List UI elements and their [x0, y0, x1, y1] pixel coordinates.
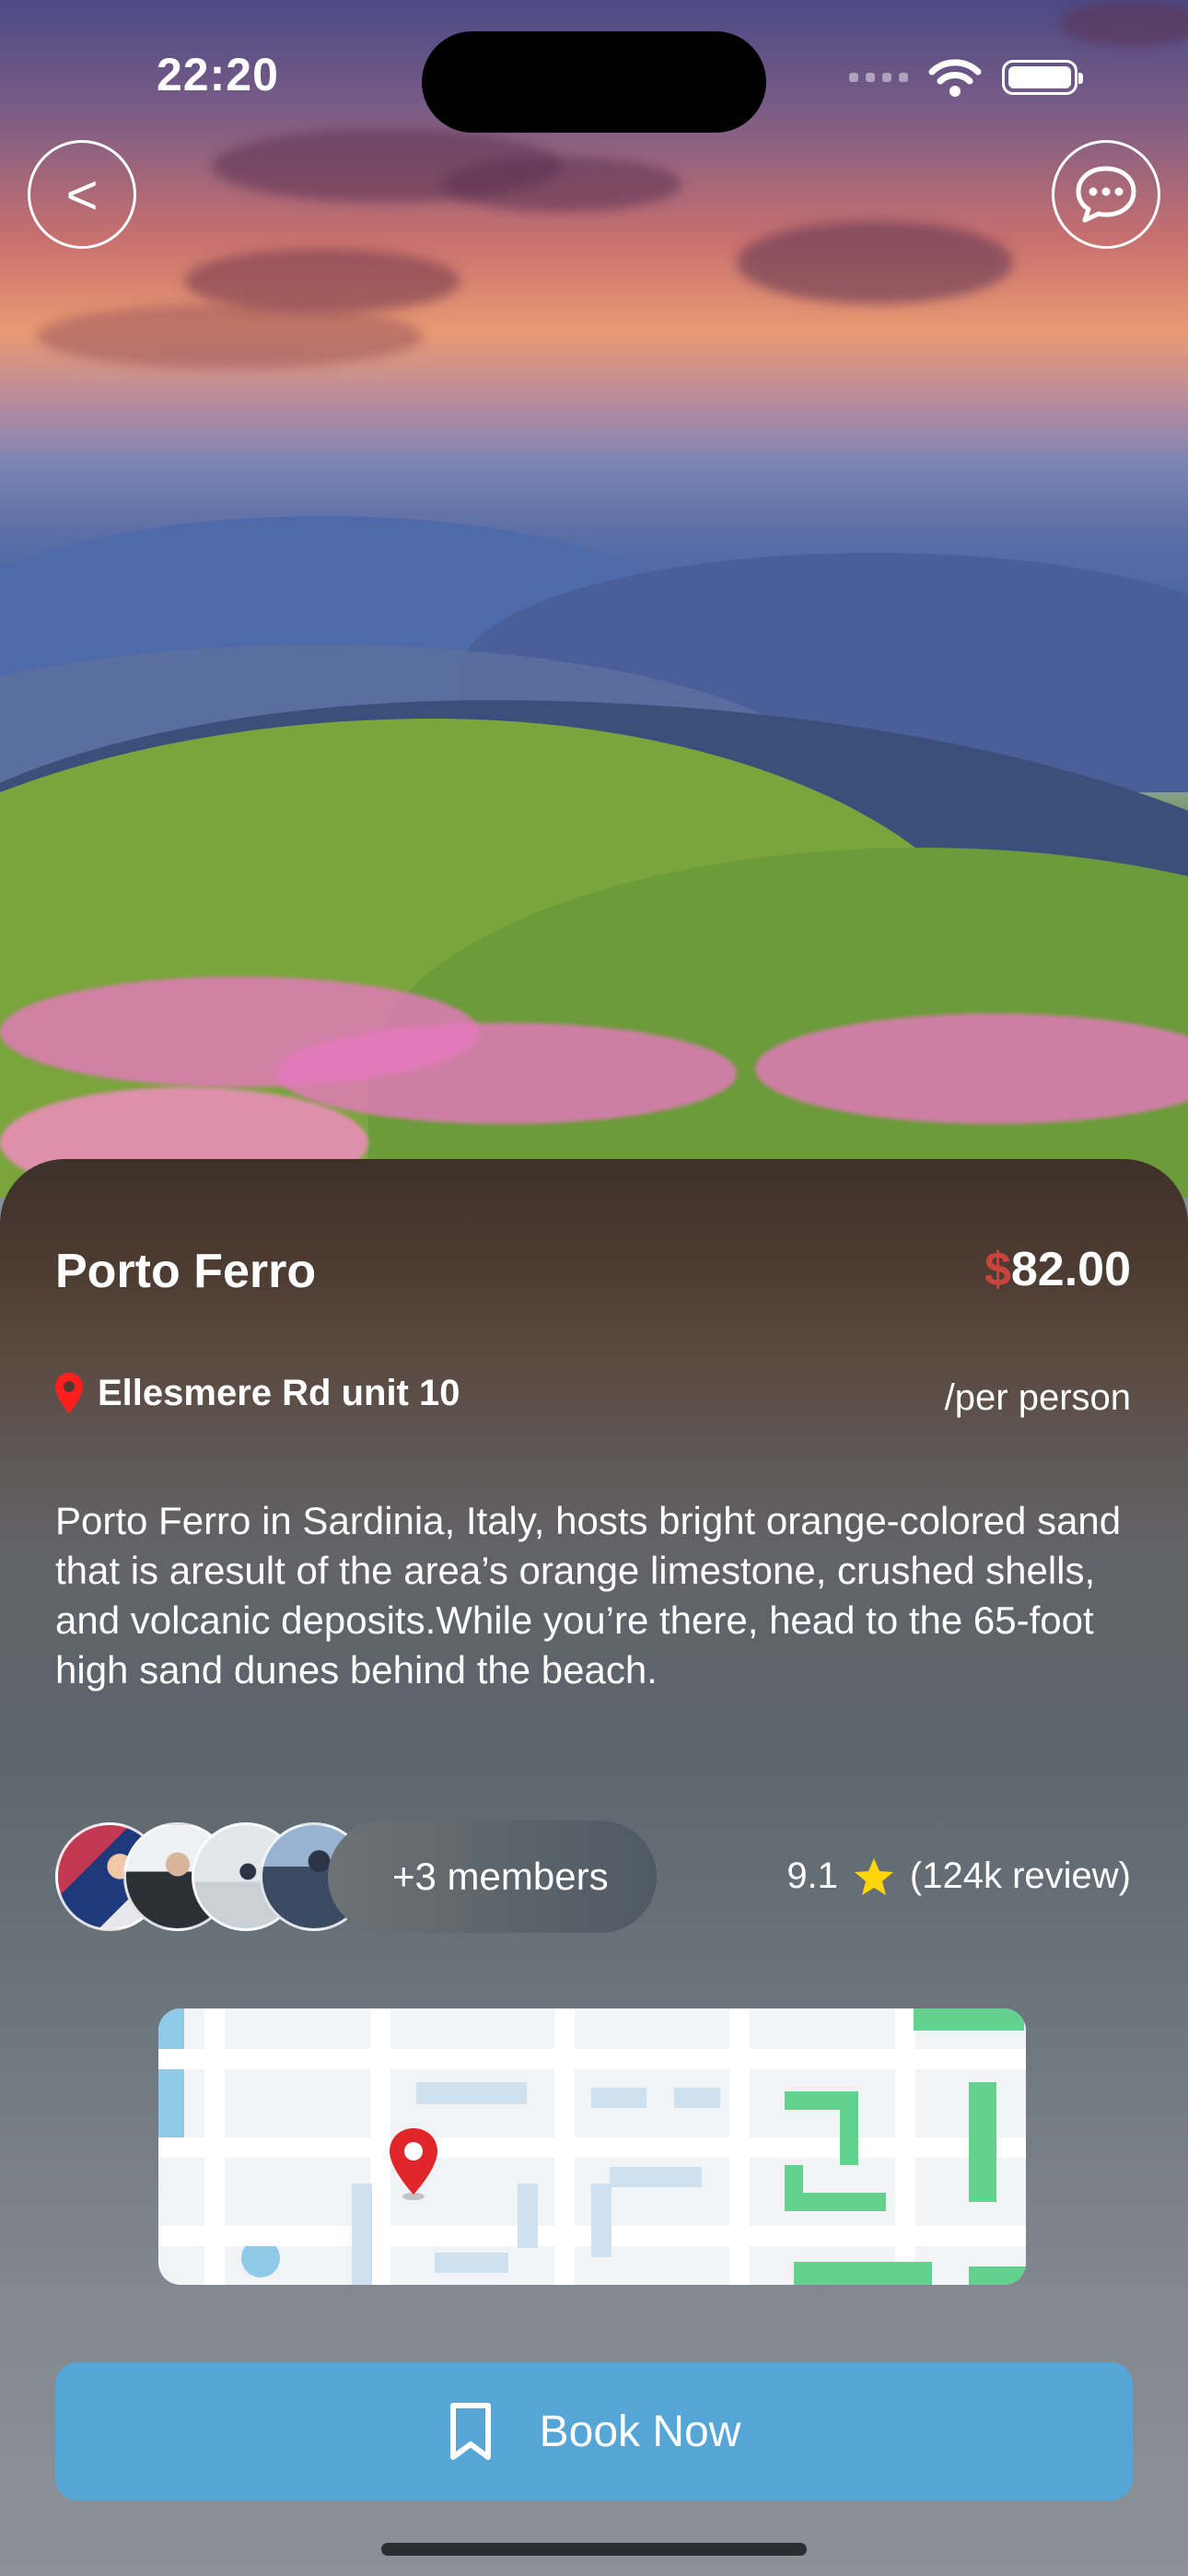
location-text: Ellesmere Rd unit 10	[98, 1372, 460, 1413]
description: Porto Ferro in Sardinia, Italy, hosts br…	[55, 1499, 1122, 1692]
place-title: Porto Ferro	[55, 1245, 317, 1298]
hero-image	[0, 0, 1188, 1198]
signal-icon	[849, 73, 908, 82]
wifi-icon	[928, 59, 982, 97]
price: $82.00	[984, 1242, 1131, 1297]
members-count: +3 members	[328, 1821, 657, 1933]
price-amount: 82.00	[1010, 1243, 1131, 1296]
status-time: 22:20	[157, 49, 279, 100]
members-label: +3 members	[392, 1855, 609, 1898]
map-pin-icon	[390, 2128, 437, 2200]
rating: 9.1 (124k review)	[786, 1856, 1131, 1897]
bookmark-icon	[449, 2403, 491, 2460]
book-now-label: Book Now	[539, 2406, 741, 2456]
back-button[interactable]: <	[28, 140, 136, 249]
map-pin-icon	[55, 1373, 83, 1413]
location-row: Ellesmere Rd unit 10	[53, 1371, 460, 1415]
chat-button[interactable]	[1052, 140, 1160, 249]
dynamic-island	[422, 31, 766, 133]
status-icons	[849, 57, 1083, 98]
members-group[interactable]: +3 members	[55, 1821, 657, 1933]
chat-bubble-icon	[1076, 166, 1136, 223]
star-icon	[854, 1857, 893, 1895]
rating-score: 9.1	[786, 1856, 838, 1896]
back-icon: <	[65, 163, 99, 226]
battery-icon	[1002, 60, 1083, 95]
rating-reviews: (124k review)	[909, 1856, 1131, 1896]
location-map[interactable]	[158, 2008, 1026, 2285]
price-unit: /per person	[944, 1377, 1131, 1418]
book-now-button[interactable]: Book Now	[55, 2362, 1133, 2500]
home-indicator[interactable]	[381, 2543, 807, 2556]
price-currency: $	[984, 1243, 1011, 1296]
